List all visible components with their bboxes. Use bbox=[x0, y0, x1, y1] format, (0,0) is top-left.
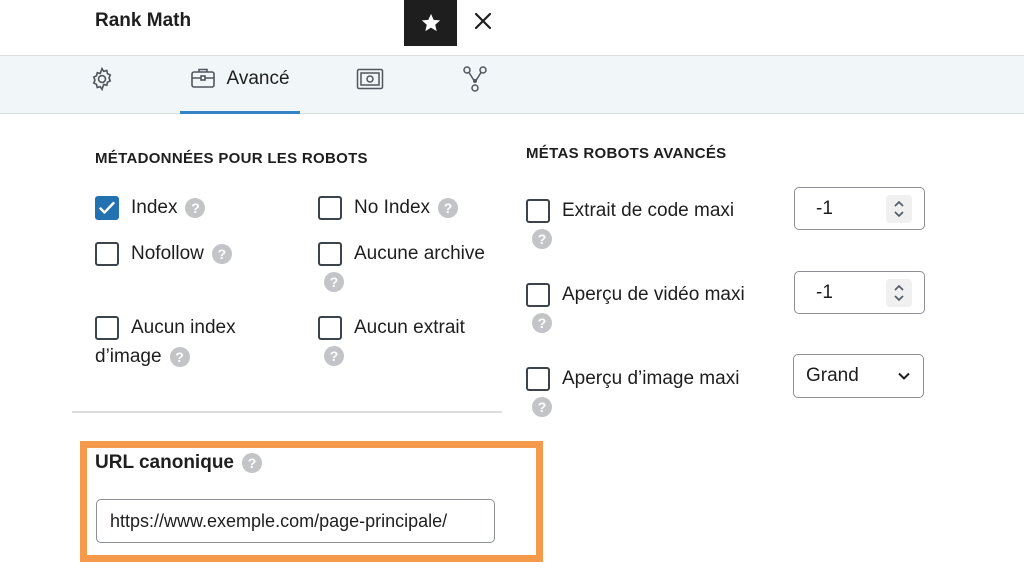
max-image-preview-value: Grand bbox=[806, 365, 859, 386]
toolbox-icon bbox=[191, 68, 216, 88]
max-video-preview-option[interactable]: Aperçu de vidéo maxi bbox=[526, 283, 745, 307]
max-snippet-option[interactable]: Extrait de code maxi bbox=[526, 199, 734, 223]
max-video-preview-label: Aperçu de vidéo maxi bbox=[562, 284, 745, 305]
checkmark-icon bbox=[99, 201, 115, 214]
noimageindex-label: Aucun index bbox=[131, 317, 236, 338]
close-icon bbox=[474, 12, 492, 30]
max-image-preview-select[interactable]: Grand bbox=[793, 354, 924, 398]
star-icon bbox=[421, 13, 440, 32]
canonical-url-label: URL canonique ? bbox=[95, 452, 262, 474]
noindex-label: No Index bbox=[354, 197, 431, 218]
help-icon[interactable]: ? bbox=[324, 346, 344, 366]
max-snippet-label: Extrait de code maxi bbox=[562, 200, 735, 221]
number-spinner[interactable] bbox=[886, 278, 912, 307]
noimageindex-label-cont: d’image ? bbox=[95, 346, 190, 368]
tab-advanced[interactable]: Avancé bbox=[180, 56, 300, 114]
tab-general[interactable] bbox=[82, 56, 122, 114]
panel-title: Rank Math bbox=[95, 10, 192, 31]
max-snippet-value: -1 bbox=[816, 197, 833, 219]
canonical-url-input[interactable] bbox=[96, 499, 495, 543]
help-icon[interactable]: ? bbox=[169, 347, 190, 367]
index-label: Index bbox=[131, 197, 178, 218]
max-image-preview-option[interactable]: Aperçu d’image maxi bbox=[526, 367, 739, 391]
tab-schema[interactable] bbox=[350, 56, 390, 114]
noimageindex-label-line2: d’image bbox=[95, 346, 162, 367]
help-icon[interactable]: ? bbox=[242, 453, 262, 473]
chevron-up-down-icon bbox=[894, 200, 904, 217]
index-option[interactable]: Index ? bbox=[95, 196, 206, 220]
nosnippet-label: Aucun extrait bbox=[354, 317, 465, 338]
canonical-url-label-text: URL canonique bbox=[95, 452, 234, 473]
tab-social[interactable] bbox=[455, 56, 495, 114]
noimageindex-option[interactable]: Aucun index bbox=[95, 316, 236, 340]
max-snippet-input[interactable]: -1 bbox=[794, 187, 925, 230]
help-icon[interactable]: ? bbox=[532, 313, 552, 333]
social-share-icon bbox=[463, 66, 487, 92]
nofollow-option[interactable]: Nofollow ? bbox=[95, 242, 232, 266]
max-image-preview-label: Aperçu d’image maxi bbox=[562, 368, 740, 389]
schema-icon bbox=[356, 68, 384, 90]
chevron-up-down-icon bbox=[894, 284, 904, 301]
noarchive-label: Aucune archive bbox=[354, 243, 485, 264]
max-image-preview-checkbox[interactable] bbox=[526, 367, 550, 391]
noindex-option[interactable]: No Index ? bbox=[318, 196, 459, 220]
max-video-preview-value: -1 bbox=[816, 281, 833, 303]
panel-header: Rank Math bbox=[0, 0, 1024, 56]
help-icon[interactable]: ? bbox=[185, 198, 206, 218]
help-icon[interactable]: ? bbox=[211, 244, 232, 264]
section-divider bbox=[72, 411, 502, 413]
nofollow-label: Nofollow bbox=[131, 243, 204, 264]
help-icon[interactable]: ? bbox=[438, 198, 459, 218]
noarchive-checkbox[interactable] bbox=[318, 242, 342, 266]
tab-advanced-label: Avancé bbox=[226, 67, 290, 89]
nosnippet-option[interactable]: Aucun extrait bbox=[318, 316, 465, 340]
nofollow-checkbox[interactable] bbox=[95, 242, 119, 266]
noimageindex-checkbox[interactable] bbox=[95, 316, 119, 340]
help-icon[interactable]: ? bbox=[324, 272, 344, 292]
noarchive-option[interactable]: Aucune archive bbox=[318, 242, 485, 266]
favorite-button[interactable] bbox=[404, 0, 457, 46]
number-spinner[interactable] bbox=[886, 194, 912, 223]
help-icon[interactable]: ? bbox=[532, 397, 552, 417]
noindex-checkbox[interactable] bbox=[318, 196, 342, 220]
chevron-down-icon bbox=[898, 372, 910, 380]
nosnippet-checkbox[interactable] bbox=[318, 316, 342, 340]
max-snippet-checkbox[interactable] bbox=[526, 199, 550, 223]
tab-bar: Avancé bbox=[0, 56, 1024, 114]
index-checkbox[interactable] bbox=[95, 196, 119, 220]
robots-meta-heading: MÉTADONNÉES POUR LES ROBOTS bbox=[95, 150, 368, 167]
help-icon[interactable]: ? bbox=[532, 229, 552, 249]
max-video-preview-checkbox[interactable] bbox=[526, 283, 550, 307]
max-video-preview-input[interactable]: -1 bbox=[794, 271, 925, 314]
advanced-robots-heading: MÉTAS ROBOTS AVANCÉS bbox=[526, 145, 727, 162]
close-button[interactable] bbox=[468, 6, 498, 36]
gear-icon bbox=[92, 66, 112, 92]
